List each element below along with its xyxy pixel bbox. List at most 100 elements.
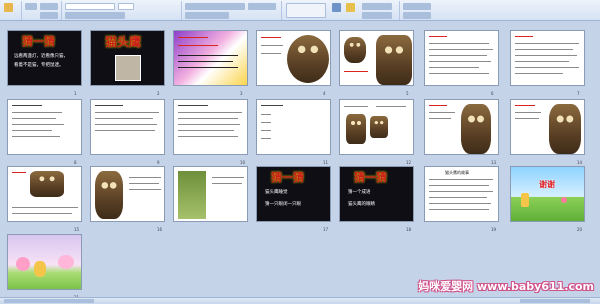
new-slide-button[interactable] — [25, 3, 37, 10]
slide-thumbnail-12[interactable] — [339, 99, 414, 155]
flower-icon — [58, 255, 74, 269]
slide-thumbnail-4[interactable] — [256, 30, 331, 86]
align-buttons[interactable] — [185, 12, 229, 19]
text-line — [178, 105, 208, 106]
font-format-buttons[interactable] — [65, 12, 125, 19]
slide-text: 看着不是猫，专把鼠逮。 — [14, 63, 64, 68]
slide-thumbnail-18[interactable]: 猜一猜 猜一个成语 猫头鹰的眼睛 — [339, 166, 414, 222]
text-line — [344, 106, 368, 107]
slide-number: 18 — [406, 227, 412, 232]
clipboard-group — [0, 1, 22, 20]
reset-button[interactable] — [40, 12, 58, 19]
slide-count-indicator — [4, 299, 94, 303]
zoom-control[interactable] — [520, 299, 590, 303]
slide-thumbnail-17[interactable]: 猜一猜 猫头鹰睡觉 猜一只眼闭一只眼 — [256, 166, 331, 222]
text-line — [261, 114, 271, 115]
shape-outline-button[interactable] — [362, 12, 392, 19]
text-line — [12, 112, 62, 113]
owl-photo — [461, 104, 491, 154]
text-line — [12, 207, 78, 208]
slide-thumbnail-9[interactable] — [90, 99, 165, 155]
text-line — [95, 105, 123, 106]
arrange-icon[interactable] — [332, 3, 341, 12]
text-line — [178, 130, 234, 131]
list-buttons[interactable] — [185, 3, 245, 10]
text-line — [429, 43, 489, 44]
replace-button[interactable] — [403, 12, 431, 19]
slide-thumbnail-10[interactable] — [173, 99, 248, 155]
text-line — [12, 105, 42, 106]
text-line — [515, 55, 577, 56]
font-size-select[interactable] — [118, 3, 134, 10]
slide-thumbnail-19[interactable]: 猫头鹰的故事 — [424, 166, 499, 222]
text-line — [12, 118, 56, 119]
text-line — [95, 112, 159, 113]
slide-number: 8 — [74, 160, 77, 165]
text-line — [515, 61, 569, 62]
slide-number: 12 — [406, 160, 412, 165]
text-line — [12, 136, 60, 137]
slide-thumbnail-5[interactable] — [339, 30, 414, 86]
layout-button[interactable] — [40, 3, 58, 10]
slide-sorter: 猜一猜 远看两盏灯，近看像只猫， 看着不是猫，专把鼠逮。 1 猫头鹰 2 3 4 — [0, 21, 600, 300]
slide-thumbnail-3[interactable] — [173, 30, 248, 86]
slide-thumbnail-13[interactable] — [424, 99, 499, 155]
slide-number: 6 — [491, 91, 494, 96]
text-line — [261, 53, 281, 54]
quick-styles-icon[interactable] — [346, 3, 355, 12]
slide-thumbnail-16[interactable] — [90, 166, 165, 222]
shape-fill-button[interactable] — [362, 3, 392, 10]
slide-thumbnail-16b[interactable] — [173, 166, 248, 222]
slide-thumbnail-8[interactable] — [7, 99, 82, 155]
slide-thumbnail-6[interactable] — [424, 30, 499, 86]
text-line — [515, 36, 533, 37]
slide-text: 远看两盏灯，近看像只猫， — [14, 54, 68, 59]
slide-text: 猜一个成语 — [348, 190, 371, 195]
owl-photo — [287, 35, 329, 83]
text-line — [429, 185, 489, 186]
slide-number: 11 — [323, 160, 329, 165]
slide-title: 猜一猜 — [354, 171, 387, 184]
slide-title: 猫头鹰的故事 — [445, 170, 469, 175]
text-line — [178, 112, 242, 113]
text-line — [12, 213, 72, 214]
slide-thumbnail-15[interactable] — [7, 166, 82, 222]
text-line — [178, 124, 240, 125]
text-line — [429, 61, 491, 62]
cartoon-owl-icon — [34, 261, 46, 277]
slide-thumbnail-11[interactable] — [256, 99, 331, 155]
paste-icon[interactable] — [4, 3, 13, 12]
owl-photo — [549, 104, 581, 154]
text-line — [429, 203, 491, 204]
slide-number: 13 — [491, 160, 497, 165]
font-group — [62, 1, 182, 20]
text-line — [178, 55, 238, 56]
find-button[interactable] — [403, 3, 431, 10]
slide-thumbnail-20[interactable]: 谢谢 — [510, 166, 585, 222]
text-line — [212, 183, 242, 184]
text-line — [129, 177, 161, 178]
editing-group — [400, 1, 440, 20]
slide-number: 3 — [240, 91, 243, 96]
text-line — [429, 197, 487, 198]
shapes-gallery[interactable] — [286, 3, 326, 18]
text-line — [261, 122, 271, 123]
slide-thumbnail-21[interactable] — [7, 234, 82, 290]
slide-title: 猫头鹰 — [105, 35, 142, 49]
text-direction-button[interactable] — [248, 3, 276, 10]
slide-thumbnail-1[interactable]: 猜一猜 远看两盏灯，近看像只猫， 看着不是猫，专把鼠逮。 — [7, 30, 82, 86]
slide-thumbnail-14[interactable] — [510, 99, 585, 155]
text-line — [429, 73, 489, 74]
text-line — [429, 191, 493, 192]
slide-text: 猫头鹰睡觉 — [265, 190, 288, 195]
text-line — [129, 189, 161, 190]
owl-photo — [346, 114, 366, 144]
slides-group — [22, 1, 62, 20]
slide-number: 19 — [491, 227, 497, 232]
slide-thumbnail-7[interactable] — [510, 30, 585, 86]
slide-number: 7 — [577, 91, 580, 96]
font-name-select[interactable] — [65, 3, 115, 10]
text-line — [515, 112, 541, 113]
text-line — [12, 172, 26, 173]
slide-thumbnail-2[interactable]: 猫头鹰 — [90, 30, 165, 86]
